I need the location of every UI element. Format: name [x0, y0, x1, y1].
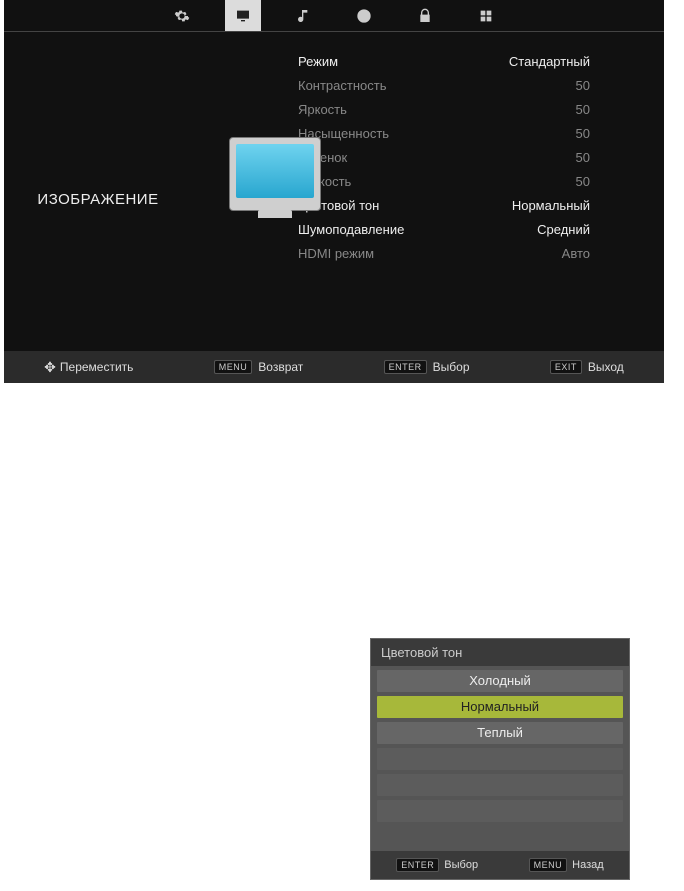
popup-empty-slot — [377, 774, 623, 796]
gear-icon — [174, 8, 190, 24]
hint-return: MENU Возврат — [214, 360, 304, 374]
lock-icon — [417, 8, 433, 24]
popup-title: Цветовой тон — [371, 639, 629, 666]
hint-exit: EXIT Выход — [550, 360, 624, 374]
popup-option[interactable]: Теплый — [377, 722, 623, 744]
setting-row: Оттенок50 — [294, 148, 594, 168]
osd-right-pane: Режим Стандартный Контрастность 50 Яркость 50… — [294, 32, 664, 350]
color-tone-popup: Цветовой тон Холодный Нормальный Теплый EN… — [370, 638, 630, 880]
popup-option[interactable]: Холодный — [377, 670, 623, 692]
dpad-icon: ✥ — [44, 359, 54, 376]
setting-label: Режим — [298, 52, 338, 72]
setting-row[interactable]: Цветовой тонНормальный — [294, 196, 594, 216]
osd-left-pane: ИЗОБРАЖЕНИЕ — [4, 32, 294, 350]
popup-hint-back-label: Назад — [572, 859, 604, 871]
popup-empty-slot — [377, 748, 623, 770]
setting-row: Резкость50 — [294, 172, 594, 192]
hint-select: ENTER Выбор — [384, 360, 470, 374]
setting-value: 50 — [576, 172, 590, 192]
exit-key: EXIT — [550, 360, 582, 374]
menu-key: MENU — [529, 858, 568, 872]
popup-hint-back: MENU Назад — [529, 858, 604, 872]
picture-tab[interactable] — [225, 0, 261, 31]
setting-row[interactable]: Шумоподавление Средний — [294, 220, 594, 240]
time-tab[interactable] — [346, 0, 382, 31]
monitor-icon — [235, 8, 251, 24]
setting-value: 50 — [576, 76, 590, 96]
clock-icon — [356, 8, 372, 24]
setting-label: Яркость — [298, 100, 347, 120]
picture-settings-osd: ИЗОБРАЖЕНИЕ Режим Стандартный Контрастност… — [4, 0, 664, 383]
setting-row: Яркость 50 — [294, 100, 594, 120]
setting-value: 50 — [576, 148, 590, 168]
popup-hint-select-label: Выбор — [444, 859, 478, 871]
settings-tab[interactable] — [164, 0, 200, 31]
setting-value: Стандартный — [509, 52, 590, 72]
setting-label: HDMI режим — [298, 244, 374, 264]
setting-value: Средний — [537, 220, 590, 240]
hint-exit-label: Выход — [588, 360, 624, 374]
apps-tab[interactable] — [468, 0, 504, 31]
osd-body: ИЗОБРАЖЕНИЕ Режим Стандартный Контрастност… — [4, 32, 664, 350]
setting-value: Авто — [562, 244, 590, 264]
enter-key: ENTER — [384, 360, 427, 374]
lock-tab[interactable] — [407, 0, 443, 31]
hint-move-label: Переместить — [60, 360, 134, 374]
setting-value: Нормальный — [512, 196, 590, 216]
popup-empty-slot — [377, 800, 623, 822]
popup-option[interactable]: Нормальный — [377, 696, 623, 718]
setting-label: Контрастность — [298, 76, 387, 96]
osd-footer: ✥ Переместить MENU Возврат ENTER Выбор E… — [4, 351, 664, 383]
setting-label: Шумоподавление — [298, 220, 404, 240]
popup-option-list: Холодный Нормальный Теплый — [371, 666, 629, 851]
sound-tab[interactable] — [286, 0, 322, 31]
enter-key: ENTER — [396, 858, 439, 872]
section-title: ИЗОБРАЖЕНИЕ — [37, 191, 158, 208]
settings-list: Режим Стандартный Контрастность 50 Яркость 50… — [294, 52, 594, 264]
setting-value: 50 — [576, 124, 590, 144]
grid-icon — [478, 8, 494, 24]
setting-row[interactable]: Режим Стандартный — [294, 52, 594, 72]
popup-hint-select: ENTER Выбор — [396, 858, 478, 872]
setting-row: Контрастность 50 — [294, 76, 594, 96]
note-icon — [296, 8, 312, 24]
top-tab-bar — [4, 0, 664, 32]
setting-row: HDMI режим Авто — [294, 244, 594, 264]
menu-key: MENU — [214, 360, 253, 374]
hint-move: ✥ Переместить — [44, 359, 133, 376]
tv-illustration — [229, 137, 321, 211]
popup-footer: ENTER Выбор MENU Назад — [371, 851, 629, 879]
setting-value: 50 — [576, 100, 590, 120]
setting-row: Насыщенность50 — [294, 124, 594, 144]
hint-return-label: Возврат — [258, 360, 303, 374]
hint-select-label: Выбор — [433, 360, 470, 374]
